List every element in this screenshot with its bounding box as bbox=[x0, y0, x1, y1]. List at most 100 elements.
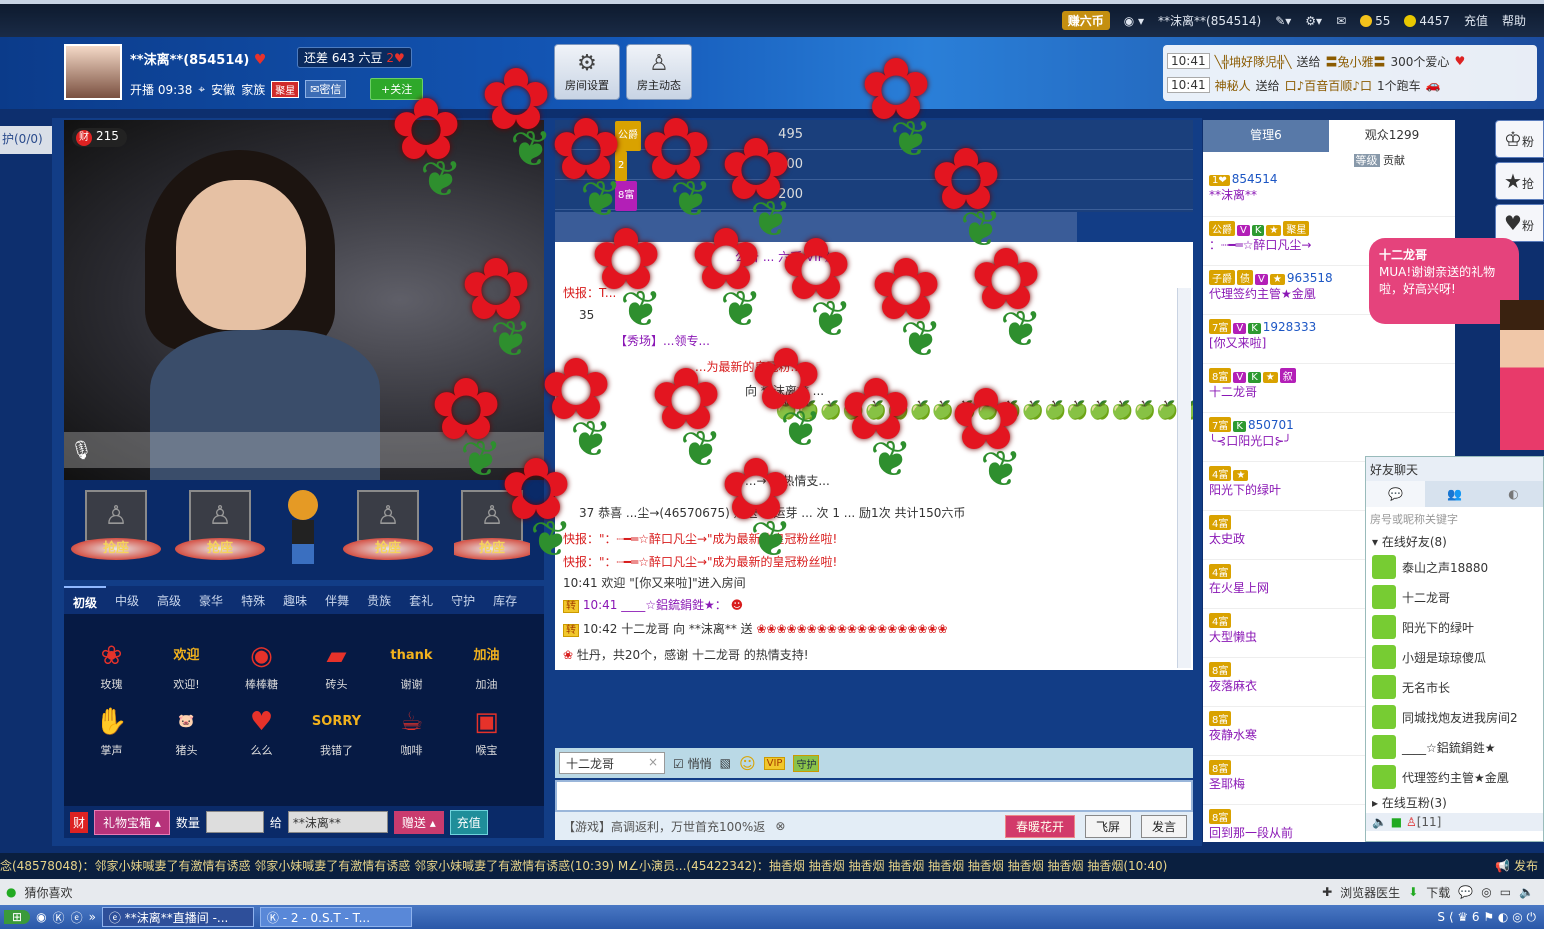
vip-button[interactable]: VIP bbox=[763, 756, 786, 770]
tab-audience[interactable]: 观众1299 bbox=[1329, 120, 1455, 152]
gift-tab[interactable]: 趣味 bbox=[274, 586, 316, 614]
host-activity-button[interactable]: ♙ 房主动态 bbox=[626, 44, 692, 100]
earn-coins-button[interactable]: 赚六币 bbox=[1061, 11, 1110, 30]
chat-icon[interactable]: 💬 bbox=[1458, 885, 1473, 899]
people-icon[interactable]: 👥 bbox=[1425, 481, 1484, 507]
taskbar-item-room[interactable]: ⓔ **沫离**直播间 -... bbox=[101, 907, 254, 927]
ticker-from[interactable]: 神秘人 bbox=[1215, 77, 1251, 94]
gift-tab[interactable]: 高级 bbox=[148, 586, 190, 614]
recharge-button[interactable]: 充值 bbox=[449, 809, 488, 835]
rank-row[interactable]: 8富 200 bbox=[555, 180, 1193, 211]
seat-button[interactable]: ♙ 抢座 bbox=[175, 490, 265, 570]
status-icon[interactable]: ◉ ▾ bbox=[1124, 14, 1144, 28]
tray-icons[interactable]: S ⟨ ♛ 6 ⚑ ◐ ◎ ⏻ bbox=[1437, 910, 1536, 925]
secret-message-button[interactable]: ✉密信 bbox=[305, 80, 347, 98]
ticker-from[interactable]: ╲╬㘱好隊児╬╲ bbox=[1215, 53, 1292, 70]
chat-bubble-icon[interactable]: 💬 bbox=[1366, 481, 1425, 507]
ticker-to[interactable]: 〓兔小雅〓 bbox=[1326, 53, 1386, 70]
star-tab[interactable]: ★抢 bbox=[1495, 162, 1544, 200]
rank-row[interactable]: 公爵 495 bbox=[555, 120, 1193, 151]
audience-row[interactable]: 1❤ 854514 **沫离** bbox=[1203, 168, 1455, 217]
gift-item[interactable]: ◉ 棒棒糖 bbox=[224, 636, 299, 692]
sort-level[interactable]: 等级 bbox=[1353, 154, 1380, 167]
friend-item[interactable]: 同城找炮友进我房间2 bbox=[1366, 702, 1543, 732]
gift-item[interactable]: 🐷 猪头 bbox=[149, 702, 224, 758]
help-link[interactable]: 帮助 bbox=[1502, 12, 1526, 29]
edit-icon[interactable]: ✎▾ bbox=[1275, 14, 1291, 28]
crown-tab[interactable]: ♔粉 bbox=[1495, 120, 1544, 158]
chat-input[interactable] bbox=[555, 780, 1193, 812]
recipient-select[interactable]: **沫离** bbox=[287, 811, 388, 833]
room-settings-button[interactable]: ⚙ 房间设置 bbox=[554, 44, 620, 100]
seat-button[interactable]: ♙ 抢座 bbox=[343, 490, 433, 570]
window-icon[interactable]: ▭ bbox=[1500, 885, 1511, 899]
mutual-fans-group[interactable]: ▸ 在线互粉(3) bbox=[1366, 792, 1543, 813]
gift-item[interactable]: 欢迎 欢迎! bbox=[149, 636, 224, 692]
download-link[interactable]: 下载 bbox=[1426, 884, 1450, 901]
audience-row[interactable]: 8富 V K ★ 叙十二龙哥 bbox=[1203, 364, 1455, 413]
gift-tab[interactable]: 初级 bbox=[64, 586, 107, 614]
rank-row[interactable]: 2 300 bbox=[555, 150, 1193, 181]
spring-flower-button[interactable]: 春暖花开 bbox=[1004, 814, 1075, 838]
friend-item[interactable]: 阳光下的绿叶 bbox=[1366, 612, 1543, 642]
microphone-icon[interactable]: 🎙 bbox=[70, 440, 100, 466]
gift-item[interactable]: ▰ 砖头 bbox=[299, 636, 374, 692]
top-user[interactable]: **沫离**(854514) bbox=[1158, 12, 1261, 29]
gift-item[interactable]: ☕ 咖啡 bbox=[374, 702, 449, 758]
friend-item[interactable]: ____☆鋁鋶鋗鉎★ bbox=[1366, 732, 1543, 762]
friend-item[interactable]: 无名市长 bbox=[1366, 672, 1543, 702]
fly-screen-button[interactable]: 飞屏 bbox=[1084, 814, 1131, 838]
browser-doctor-link[interactable]: 浏览器医生 bbox=[1340, 884, 1400, 901]
more-icon[interactable]: ◐ bbox=[1484, 481, 1543, 507]
guard-tab[interactable]: 护(0/0) bbox=[0, 126, 52, 154]
status-icon[interactable]: ■ bbox=[1391, 815, 1402, 829]
ie-icon[interactable]: ⓔ bbox=[71, 909, 83, 926]
heart-tab[interactable]: ♥粉 bbox=[1495, 204, 1544, 242]
smiley-icon[interactable]: ☺ bbox=[739, 754, 756, 773]
gift-tab[interactable]: 豪华 bbox=[190, 586, 232, 614]
gift-tab[interactable]: 特殊 bbox=[232, 586, 274, 614]
friend-item[interactable]: 泰山之声18880 bbox=[1366, 552, 1543, 582]
chat-recipient-field[interactable]: 十二龙哥 × bbox=[559, 752, 665, 774]
cartoon-avatar[interactable] bbox=[288, 490, 318, 566]
gift-item[interactable]: thank 谢谢 bbox=[374, 636, 449, 692]
chat-scrollbar[interactable] bbox=[1177, 288, 1191, 668]
chrome-icon[interactable]: ◉ bbox=[36, 910, 46, 924]
whisper-checkbox[interactable]: ☑ 悄悄 bbox=[673, 755, 712, 772]
gift-tab[interactable]: 守护 bbox=[442, 586, 484, 614]
gift-item[interactable]: SORRY 我错了 bbox=[299, 702, 374, 758]
friend-item[interactable]: 十二龙哥 bbox=[1366, 582, 1543, 612]
send-gift-button[interactable]: 赠送 ▴ bbox=[393, 810, 444, 834]
friend-item[interactable]: 小翅是琼琼傻瓜 bbox=[1366, 642, 1543, 672]
gear-icon[interactable]: ⚙▾ bbox=[1305, 14, 1322, 28]
family-tag[interactable]: 聚星 bbox=[271, 80, 300, 98]
gift-item[interactable]: ▣ 喉宝 bbox=[449, 702, 524, 758]
friend-item[interactable]: 代理签约主管★金凰 bbox=[1366, 762, 1543, 792]
gift-tab[interactable]: 中级 bbox=[106, 586, 148, 614]
mail-icon[interactable]: ✉ bbox=[1336, 14, 1346, 28]
qty-input[interactable] bbox=[205, 811, 264, 833]
game-ad[interactable]: 【游戏】高调返利，万世首充100%返 bbox=[563, 818, 765, 835]
friend-search-input[interactable]: 房号或昵称关键字 bbox=[1366, 507, 1543, 531]
seat-button[interactable]: ♙ 抢座 bbox=[71, 490, 161, 570]
audience-row[interactable]: 7富 K 850701 ╰⊰口阳光口⊱╯ bbox=[1203, 413, 1455, 462]
gift-item[interactable]: ♥ 么么 bbox=[224, 702, 299, 758]
gift-tab[interactable]: 套礼 bbox=[400, 586, 442, 614]
online-friends-group[interactable]: ▾ 在线好友(8) bbox=[1366, 531, 1543, 552]
start-button[interactable]: ⊞ bbox=[4, 910, 31, 924]
kugou-icon[interactable]: Ⓚ bbox=[53, 909, 65, 926]
seat-button[interactable]: ♙ 抢座 bbox=[454, 490, 530, 570]
guard-button[interactable]: 守护 bbox=[793, 754, 820, 772]
gift-box-button[interactable]: 礼物宝箱 ▴ bbox=[94, 809, 170, 835]
follow-button[interactable]: +关注 bbox=[370, 78, 424, 100]
speaker-icon[interactable]: 🔈 bbox=[1372, 815, 1387, 829]
ticker-to[interactable]: 口♪百音百顺♪口 bbox=[1285, 77, 1372, 94]
browser-icon[interactable]: ◎ bbox=[1481, 885, 1491, 899]
more-icon[interactable]: » bbox=[89, 910, 96, 924]
image-icon[interactable]: ▧ bbox=[720, 756, 731, 770]
gift-tab[interactable]: 贵族 bbox=[358, 586, 400, 614]
anchor-avatar[interactable] bbox=[64, 44, 122, 100]
gift-item[interactable]: ❀ 玫瑰 bbox=[74, 636, 149, 692]
close-icon[interactable]: × bbox=[648, 755, 658, 769]
publish-button[interactable]: 📢 发布 bbox=[1489, 853, 1544, 879]
